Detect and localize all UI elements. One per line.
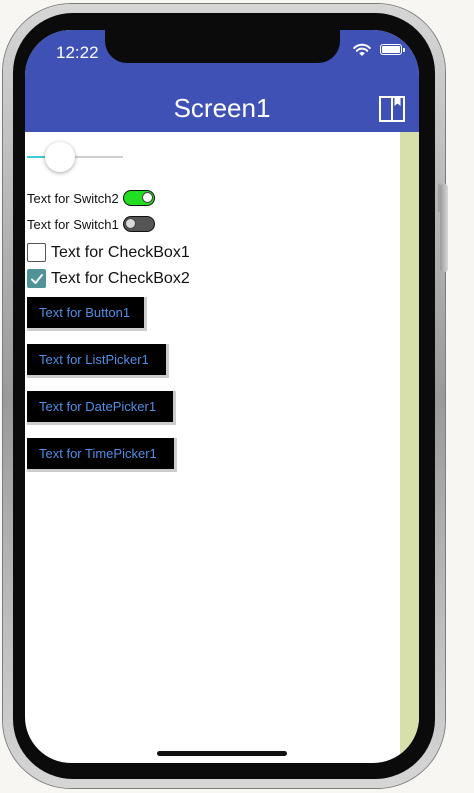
- checkbox2[interactable]: [27, 269, 46, 288]
- checkbox1-row[interactable]: Text for CheckBox1: [27, 243, 190, 262]
- checkbox2-row[interactable]: Text for CheckBox2: [27, 269, 190, 288]
- button1[interactable]: Text for Button1: [27, 297, 147, 331]
- checkbox1-label: Text for CheckBox1: [51, 243, 190, 261]
- switch1-row: Text for Switch1: [27, 216, 155, 232]
- timepicker1-button[interactable]: Text for TimePicker1: [27, 438, 177, 472]
- switch2-toggle[interactable]: [122, 190, 155, 206]
- switch1-label: Text for Switch1: [27, 216, 119, 232]
- phone-notch: [105, 30, 340, 63]
- switch2-row: Text for Switch2: [27, 190, 155, 206]
- datepicker1-button[interactable]: Text for DatePicker1: [27, 391, 176, 425]
- app-bar: 12:22 Screen1: [25, 30, 419, 132]
- switch2-knob: [141, 192, 153, 203]
- checkbox1[interactable]: [27, 243, 46, 262]
- switch1-toggle[interactable]: [122, 216, 155, 232]
- switch1-knob: [124, 218, 136, 229]
- home-indicator: [157, 751, 287, 756]
- book-icon[interactable]: [379, 96, 405, 122]
- check-icon: [31, 274, 43, 284]
- wifi-icon: [353, 43, 371, 56]
- listpicker1-button[interactable]: Text for ListPicker1: [27, 344, 169, 378]
- switch2-label: Text for Switch2: [27, 190, 119, 206]
- side-button-lower: [440, 184, 448, 272]
- phone-screen: 12:22 Screen1 Text for Switch2 Text for …: [25, 30, 419, 763]
- battery-icon: [380, 44, 405, 55]
- status-time: 12:22: [56, 43, 99, 62]
- slider-thumb[interactable]: [45, 142, 75, 172]
- screen-title: Screen1: [173, 93, 271, 123]
- side-panel: [400, 132, 419, 763]
- checkbox2-label: Text for CheckBox2: [51, 269, 190, 287]
- slider[interactable]: [27, 142, 123, 172]
